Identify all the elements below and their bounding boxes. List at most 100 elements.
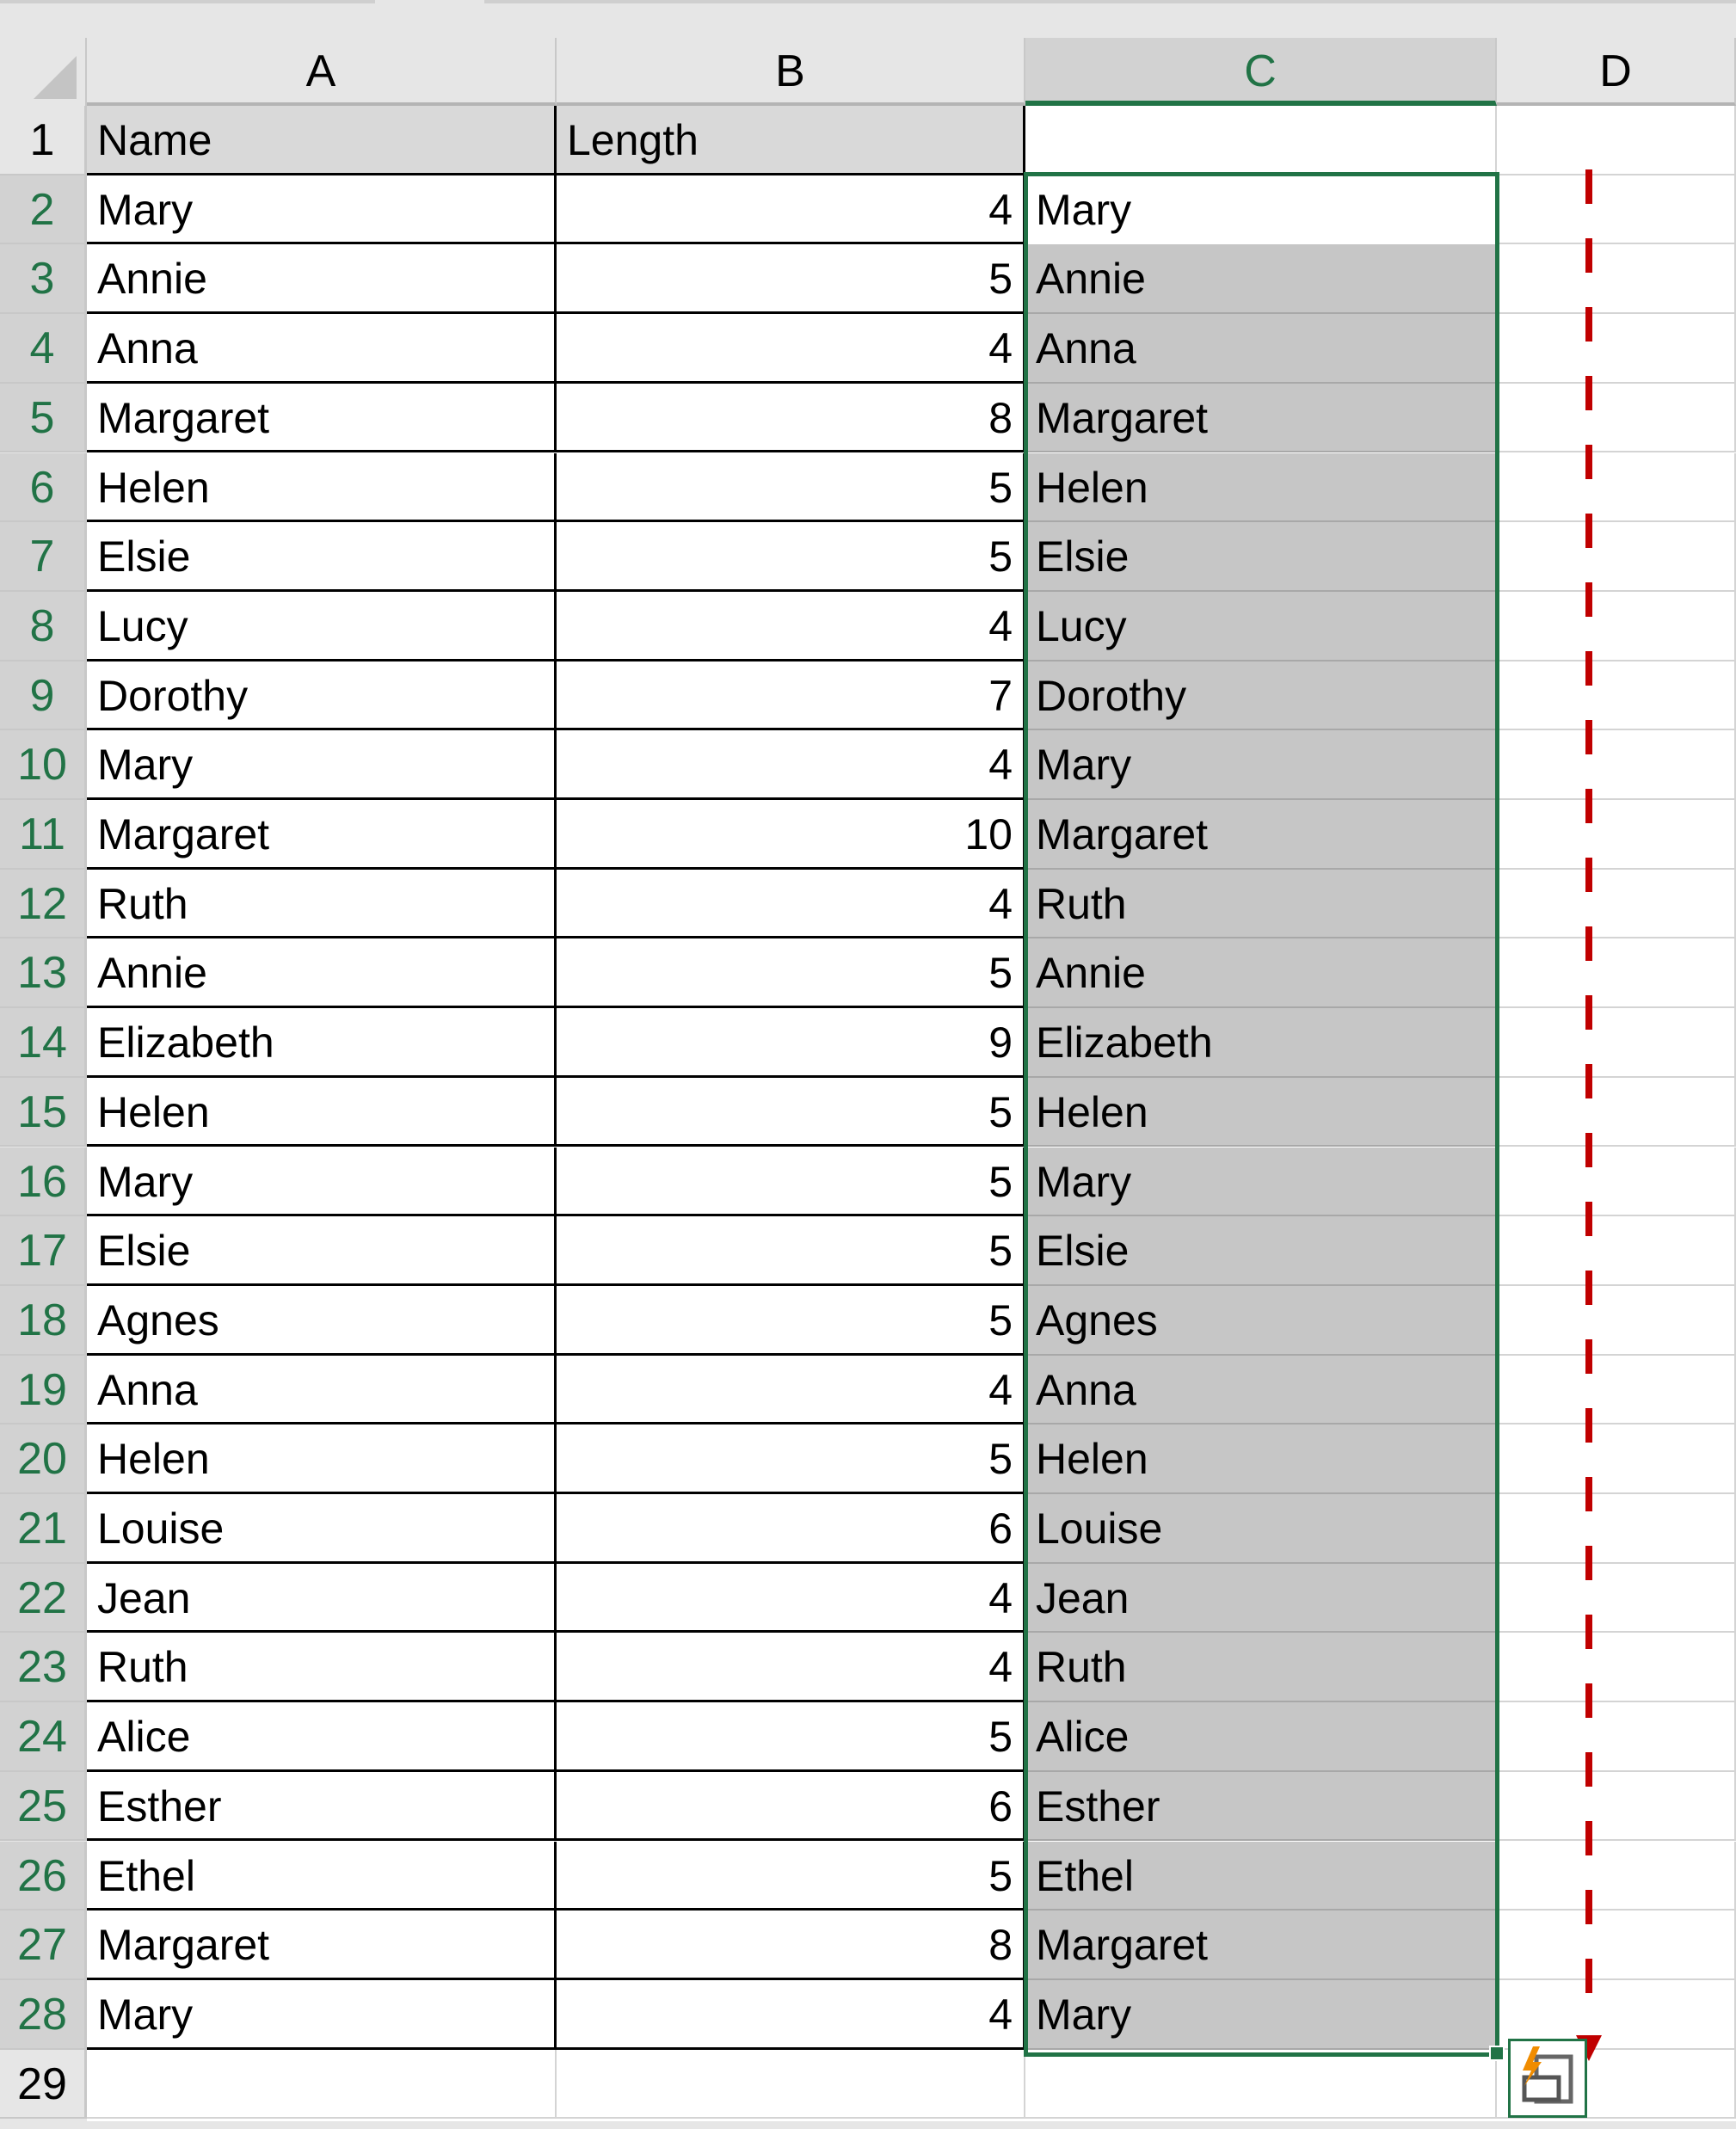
name-cell[interactable]: Mary	[87, 1147, 557, 1217]
name-cell[interactable]: Margaret	[87, 800, 557, 870]
flash-fill-cell[interactable]: Elsie	[1025, 522, 1497, 592]
name-cell[interactable]: Mary	[87, 175, 557, 245]
row-header[interactable]: 12	[0, 869, 87, 939]
empty-cell[interactable]	[1497, 1424, 1736, 1494]
header-cell-name[interactable]: Name	[87, 106, 557, 175]
empty-cell[interactable]	[1497, 175, 1736, 245]
row-header[interactable]: 14	[0, 1008, 87, 1078]
row-header[interactable]: 8	[0, 591, 87, 661]
row-header[interactable]: 20	[0, 1424, 87, 1494]
name-cell[interactable]: Alice	[87, 1702, 557, 1772]
length-cell[interactable]: 5	[557, 522, 1025, 592]
row-header[interactable]: 9	[0, 661, 87, 731]
row-header[interactable]: 25	[0, 1771, 87, 1842]
name-cell[interactable]: Jean	[87, 1563, 557, 1634]
empty-cell[interactable]	[1497, 1911, 1736, 1980]
flash-fill-cell[interactable]: Anna	[1025, 1355, 1497, 1425]
worksheet-grid[interactable]: Name Length Mary 4 Mary Annie 5 Annie Anna 4 Anna M…	[87, 106, 1736, 2121]
length-cell[interactable]: 7	[557, 661, 1025, 731]
flash-fill-cell[interactable]: Margaret	[1025, 1911, 1497, 1980]
empty-cell[interactable]	[1497, 800, 1736, 870]
row-header[interactable]: 19	[0, 1355, 87, 1425]
row-header[interactable]: 24	[0, 1702, 87, 1772]
row-header[interactable]: 2	[0, 175, 87, 245]
length-cell[interactable]: 4	[557, 1979, 1025, 2050]
row-header[interactable]: 4	[0, 314, 87, 384]
length-cell[interactable]: 8	[557, 383, 1025, 453]
flash-fill-cell[interactable]: Helen	[1025, 452, 1497, 523]
empty-cell[interactable]	[1497, 869, 1736, 939]
length-cell[interactable]: 9	[557, 1008, 1025, 1078]
row-header[interactable]: 10	[0, 730, 87, 800]
row-header[interactable]: 16	[0, 1147, 87, 1217]
length-cell[interactable]: 10	[557, 800, 1025, 870]
name-cell[interactable]: Annie	[87, 938, 557, 1009]
length-cell[interactable]: 4	[557, 869, 1025, 939]
row-header[interactable]: 27	[0, 1911, 87, 1980]
flash-fill-cell[interactable]: Helen	[1025, 1424, 1497, 1494]
flash-fill-cell[interactable]: Ethel	[1025, 1841, 1497, 1911]
flash-fill-cell[interactable]: Mary	[1025, 1147, 1497, 1217]
length-cell[interactable]: 6	[557, 1771, 1025, 1842]
flash-fill-cell[interactable]: Annie	[1025, 244, 1497, 315]
empty-cell[interactable]	[1497, 314, 1736, 384]
flash-fill-cell[interactable]: Jean	[1025, 1563, 1497, 1634]
name-cell[interactable]: Agnes	[87, 1285, 557, 1356]
length-cell[interactable]: 5	[557, 1216, 1025, 1286]
empty-cell[interactable]	[1497, 661, 1736, 731]
empty-cell[interactable]	[1497, 1702, 1736, 1772]
length-cell[interactable]: 4	[557, 175, 1025, 245]
select-all-button[interactable]	[0, 38, 87, 106]
empty-cell[interactable]	[1497, 244, 1736, 315]
row-header[interactable]: 6	[0, 452, 87, 523]
row-header[interactable]: 5	[0, 383, 87, 453]
length-cell[interactable]: 5	[557, 1424, 1025, 1494]
length-cell[interactable]: 5	[557, 452, 1025, 523]
cell-d1[interactable]	[1497, 106, 1736, 175]
row-header[interactable]: 1	[0, 106, 87, 175]
row-header[interactable]: 7	[0, 522, 87, 592]
row-header[interactable]: 15	[0, 1077, 87, 1148]
flash-fill-cell[interactable]: Dorothy	[1025, 661, 1497, 731]
flash-fill-cell[interactable]: Esther	[1025, 1771, 1497, 1842]
empty-cell[interactable]	[1497, 1841, 1736, 1911]
empty-cell[interactable]	[1497, 1216, 1736, 1286]
row-header[interactable]: 13	[0, 938, 87, 1009]
empty-cell[interactable]	[1497, 938, 1736, 1009]
empty-cell[interactable]	[1497, 383, 1736, 453]
name-cell[interactable]: Elizabeth	[87, 1008, 557, 1078]
name-cell[interactable]: Lucy	[87, 591, 557, 661]
empty-cell[interactable]	[1497, 591, 1736, 661]
flash-fill-cell[interactable]: Mary	[1025, 730, 1497, 800]
row-header[interactable]: 17	[0, 1216, 87, 1286]
name-cell[interactable]: Annie	[87, 244, 557, 315]
name-cell[interactable]: Mary	[87, 1979, 557, 2050]
name-cell[interactable]: Ruth	[87, 869, 557, 939]
length-cell[interactable]: 5	[557, 1147, 1025, 1217]
empty-cell[interactable]	[1497, 1147, 1736, 1217]
name-cell[interactable]: Louise	[87, 1494, 557, 1564]
name-cell[interactable]: Anna	[87, 1355, 557, 1425]
empty-cell[interactable]	[1497, 522, 1736, 592]
length-cell[interactable]: 6	[557, 1494, 1025, 1564]
empty-cell[interactable]	[1497, 1355, 1736, 1425]
cell-c1[interactable]	[1025, 106, 1497, 175]
column-header-c[interactable]: C	[1025, 38, 1497, 106]
empty-cell[interactable]	[1497, 1285, 1736, 1356]
horizontal-scrollbar-area[interactable]	[0, 2121, 1736, 2129]
row-header[interactable]: 28	[0, 1979, 87, 2050]
name-cell[interactable]: Ruth	[87, 1633, 557, 1703]
flash-fill-cell[interactable]: Margaret	[1025, 800, 1497, 870]
flash-fill-cell[interactable]: Louise	[1025, 1494, 1497, 1564]
empty-cell[interactable]	[1025, 2049, 1497, 2120]
length-cell[interactable]: 5	[557, 1285, 1025, 1356]
flash-fill-cell[interactable]: Ruth	[1025, 1633, 1497, 1703]
row-header[interactable]: 23	[0, 1633, 87, 1703]
flash-fill-cell[interactable]: Lucy	[1025, 591, 1497, 661]
length-cell[interactable]: 4	[557, 1633, 1025, 1703]
empty-cell[interactable]	[1497, 730, 1736, 800]
flash-fill-cell[interactable]: Alice	[1025, 1702, 1497, 1772]
empty-cell[interactable]	[1497, 1633, 1736, 1703]
fill-handle[interactable]	[1489, 2046, 1505, 2061]
empty-cell[interactable]	[1497, 1494, 1736, 1564]
